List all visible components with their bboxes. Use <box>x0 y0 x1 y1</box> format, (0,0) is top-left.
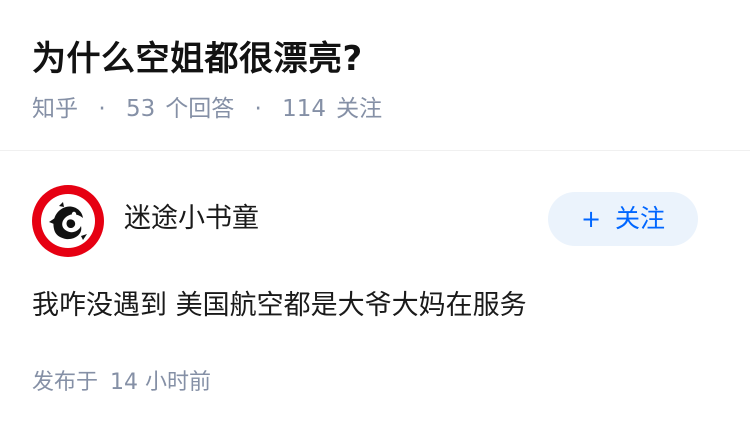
avatar[interactable] <box>32 185 104 257</box>
author-name[interactable]: 迷途小书童 <box>124 200 259 238</box>
answer-meta: 发布于 14 小时前 <box>32 366 211 400</box>
follower-count-number: 114 <box>282 96 327 122</box>
question-header: 为什么空姐都很漂亮? 知乎 · 53 个回答 · 114 关注 <box>0 0 750 151</box>
follower-count[interactable]: 114 关注 <box>282 96 382 122</box>
answer-count-label: 个回答 <box>165 96 235 122</box>
answer-count[interactable]: 53 个回答 <box>126 96 242 122</box>
follower-count-label: 关注 <box>336 96 383 122</box>
answer-card: 迷途小书童 + 关注 我咋没遇到 美国航空都是大爷大妈在服务 发布于 14 小时前 <box>0 152 750 434</box>
follow-button-label: 关注 <box>615 204 666 233</box>
question-title[interactable]: 为什么空姐都很漂亮? <box>32 34 363 84</box>
plus-icon: + <box>580 205 602 233</box>
question-meta: 知乎 · 53 个回答 · 114 关注 <box>32 92 382 126</box>
meta-separator: · <box>98 96 106 122</box>
meta-separator: · <box>254 96 262 122</box>
published-label: 发布于 <box>32 370 99 395</box>
dragon-emblem-icon <box>41 194 95 248</box>
answer-content[interactable]: 我咋没遇到 美国航空都是大爷大妈在服务 <box>32 286 527 326</box>
published-time: 14 小时前 <box>110 370 212 395</box>
follow-button[interactable]: + 关注 <box>548 192 698 246</box>
answer-count-number: 53 <box>125 96 156 122</box>
source-label[interactable]: 知乎 <box>32 96 78 122</box>
